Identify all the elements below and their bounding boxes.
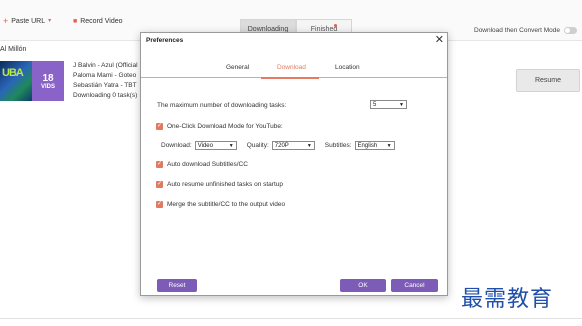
- convert-mode: Download then Convert Mode: [474, 27, 577, 34]
- merge-subtitles-row: ✓ Merge the subtitle/CC to the output vi…: [156, 201, 285, 208]
- tab-location[interactable]: Location: [335, 64, 360, 71]
- max-tasks-value: 5: [373, 101, 377, 108]
- camera-icon: ■: [73, 18, 78, 25]
- download-type-value: Video: [197, 142, 213, 149]
- max-tasks-select[interactable]: 5 ▼: [370, 100, 407, 109]
- one-click-row: ✓ One-Click Download Mode for YouTube:: [156, 123, 283, 130]
- preferences-dialog: Preferences ✕ General Download Location …: [140, 32, 448, 296]
- auto-subtitles-checkbox[interactable]: ✓: [156, 161, 163, 168]
- close-icon[interactable]: ✕: [435, 35, 444, 46]
- merge-subtitles-label: Merge the subtitle/CC to the output vide…: [167, 201, 286, 208]
- resume-button[interactable]: Resume: [516, 69, 580, 92]
- preferences-tabs: General Download Location: [141, 62, 447, 77]
- download-type-label: Download:: [161, 142, 192, 149]
- playlist-title: Al Millón: [0, 46, 27, 53]
- auto-subtitles-row: ✓ Auto download Subtitles/CC: [156, 161, 248, 168]
- playlist-thumbnail[interactable]: UBA 18 VIDS: [0, 61, 64, 101]
- chevron-down-icon: ▼: [399, 101, 404, 108]
- ok-button[interactable]: OK: [340, 279, 386, 292]
- list-item: Paloma Mami - Goteo: [73, 72, 137, 79]
- quality-label: Quality:: [246, 142, 269, 149]
- merge-subtitles-checkbox[interactable]: ✓: [156, 201, 163, 208]
- playlist-items: J Balvin - Azul (Official Paloma Mami - …: [73, 61, 138, 101]
- plus-icon: +: [3, 16, 9, 26]
- record-video-button[interactable]: ■ Record Video: [73, 17, 123, 26]
- max-tasks-row: The maximum number of downloading tasks:: [157, 102, 286, 109]
- one-click-options: Download: Video ▼ Quality: 720P ▼ Subtit…: [161, 141, 395, 150]
- auto-subtitles-label: Auto download Subtitles/CC: [167, 161, 248, 168]
- thumbnail-text: UBA: [2, 67, 24, 79]
- download-status: Downloading 0 task(s): [73, 92, 138, 99]
- list-item: J Balvin - Azul (Official: [73, 62, 138, 69]
- dialog-title: Preferences: [146, 37, 184, 44]
- max-tasks-label: The maximum number of downloading tasks:: [157, 102, 287, 109]
- list-item: Sebastián Yatra - TBT: [73, 82, 137, 89]
- cancel-button[interactable]: Cancel: [391, 279, 438, 292]
- chevron-down-icon: ▾: [48, 18, 52, 24]
- record-video-label: Record Video: [80, 18, 123, 25]
- subtitles-value: English: [357, 142, 378, 149]
- reset-button[interactable]: Reset: [157, 279, 197, 292]
- convert-mode-toggle[interactable]: [564, 27, 577, 34]
- subtitles-select[interactable]: English ▼: [354, 141, 395, 150]
- download-type-select[interactable]: Video ▼: [194, 141, 237, 150]
- video-count: 18: [42, 72, 54, 84]
- divider: [0, 318, 582, 319]
- video-count-badge: 18 VIDS: [32, 61, 64, 101]
- paste-url-label: Paste URL: [11, 18, 46, 25]
- notification-dot: [334, 24, 337, 27]
- thumbnail-image: UBA: [0, 61, 32, 101]
- tab-general[interactable]: General: [226, 64, 249, 71]
- one-click-label: One-Click Download Mode for YouTube:: [167, 123, 283, 130]
- auto-resume-label: Auto resume unfinished tasks on startup: [167, 181, 283, 188]
- tab-download[interactable]: Download: [277, 64, 306, 71]
- auto-resume-row: ✓ Auto resume unfinished tasks on startu…: [156, 181, 283, 188]
- quality-select[interactable]: 720P ▼: [271, 141, 315, 150]
- quality-value: 720P: [274, 142, 289, 149]
- auto-resume-checkbox[interactable]: ✓: [156, 181, 163, 188]
- watermark-logo: 最需教育: [461, 287, 554, 312]
- active-tab-indicator: [261, 77, 319, 79]
- chevron-down-icon: ▼: [386, 142, 392, 149]
- video-count-unit: VIDS: [40, 83, 55, 90]
- chevron-down-icon: ▼: [228, 142, 234, 149]
- subtitles-label: Subtitles:: [324, 142, 352, 149]
- convert-mode-label: Download then Convert Mode: [474, 27, 560, 34]
- one-click-checkbox[interactable]: ✓: [156, 123, 163, 130]
- paste-url-button[interactable]: + Paste URL ▾: [3, 17, 51, 26]
- chevron-down-icon: ▼: [306, 142, 312, 149]
